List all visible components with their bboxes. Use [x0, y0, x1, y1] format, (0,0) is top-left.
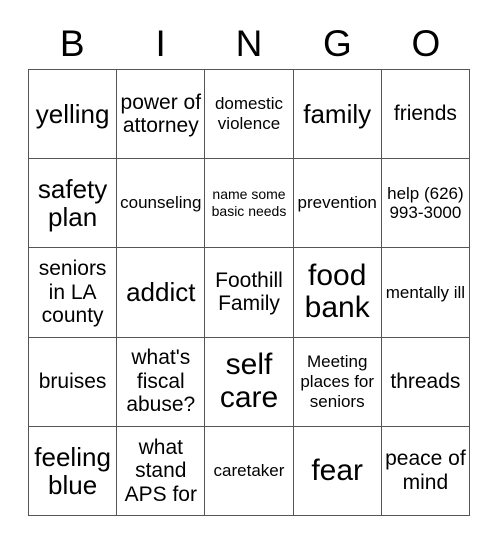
bingo-cell-label: counseling — [120, 193, 202, 213]
bingo-cell-label: bruises — [38, 369, 107, 393]
bingo-cell-label: mentally ill — [385, 282, 466, 302]
bingo-cell-r2c2[interactable]: counseling — [117, 159, 206, 249]
bingo-cell-r2c1[interactable]: safety plan — [29, 159, 118, 249]
bingo-cell-label: threads — [390, 369, 461, 393]
bingo-cell-r3c4[interactable]: food bank — [293, 248, 382, 338]
bingo-cell-r5c5[interactable]: peace of mind — [381, 426, 470, 516]
bingo-cell-label: prevention — [297, 193, 377, 213]
bingo-grid: yelling power of attorney domestic viole… — [28, 69, 470, 516]
bingo-cell-label: feeling blue — [34, 441, 111, 500]
bingo-header-letter-g: G — [323, 22, 352, 64]
bingo-cell-label: Meeting places for seniors — [300, 352, 375, 411]
bingo-card: B I N G O yelling power of attorney dome… — [0, 0, 500, 544]
bingo-cell-label: addict — [126, 277, 196, 308]
bingo-cell-label: friends — [393, 102, 457, 126]
bingo-cell-label: help (626) 993-3000 — [387, 183, 464, 223]
bingo-cell-r3c1[interactable]: seniors in LA county — [29, 248, 118, 338]
bingo-cell-label: family — [303, 99, 372, 130]
bingo-cell-label: name some basic needs — [211, 186, 287, 220]
bingo-cell-label: what's fiscal abuse? — [126, 346, 196, 417]
bingo-cell-r1c4[interactable]: family — [293, 70, 382, 160]
bingo-cell-r5c3[interactable]: caretaker — [205, 426, 294, 516]
bingo-cell-r5c2[interactable]: what stand APS for — [117, 426, 206, 516]
bingo-cell-r2c4[interactable]: prevention — [293, 159, 382, 249]
bingo-cell-label: yelling — [35, 99, 110, 130]
bingo-cell-r3c5[interactable]: mentally ill — [381, 248, 470, 338]
bingo-cell-label: caretaker — [213, 461, 285, 481]
bingo-cell-r4c1[interactable]: bruises — [29, 337, 118, 427]
bingo-cell-r4c3[interactable]: self care — [205, 337, 294, 427]
bingo-cell-label: domestic violence — [214, 94, 283, 134]
bingo-cell-label: peace of mind — [385, 447, 466, 494]
bingo-cell-r5c1[interactable]: feeling blue — [29, 426, 118, 516]
bingo-cell-r1c1[interactable]: yelling — [29, 70, 118, 160]
bingo-header-letter-n: N — [235, 22, 263, 64]
bingo-cell-label: self care — [219, 348, 279, 414]
bingo-header-letter-i: I — [155, 22, 166, 64]
bingo-cell-label: fear — [311, 453, 364, 487]
bingo-cell-r2c5[interactable]: help (626) 993-3000 — [381, 159, 470, 249]
bingo-cell-r5c4[interactable]: fear — [293, 426, 382, 516]
bingo-cell-label: what stand APS for — [124, 435, 197, 506]
bingo-cell-label: safety plan — [37, 174, 108, 233]
bingo-cell-label: Foothill Family — [215, 268, 283, 316]
bingo-cell-r1c5[interactable]: friends — [381, 70, 470, 160]
bingo-cell-r4c4[interactable]: Meeting places for seniors — [293, 337, 382, 427]
bingo-header-letter-o: O — [411, 22, 441, 64]
bingo-cell-r3c2[interactable]: addict — [117, 248, 206, 338]
bingo-cell-label: power of attorney — [120, 90, 202, 138]
bingo-cell-r1c3[interactable]: domestic violence — [205, 70, 294, 160]
bingo-cell-r4c5[interactable]: threads — [381, 337, 470, 427]
bingo-cell-r1c2[interactable]: power of attorney — [117, 70, 206, 160]
bingo-header-row: B I N G O — [28, 18, 470, 68]
bingo-cell-r2c3[interactable]: name some basic needs — [205, 159, 294, 249]
bingo-cell-label: food bank — [304, 259, 370, 325]
bingo-header-letter-b: B — [59, 22, 85, 64]
bingo-cell-label: seniors in LA county — [38, 257, 107, 328]
bingo-cell-r3c3[interactable]: Foothill Family — [205, 248, 294, 338]
bingo-cell-r4c2[interactable]: what's fiscal abuse? — [117, 337, 206, 427]
